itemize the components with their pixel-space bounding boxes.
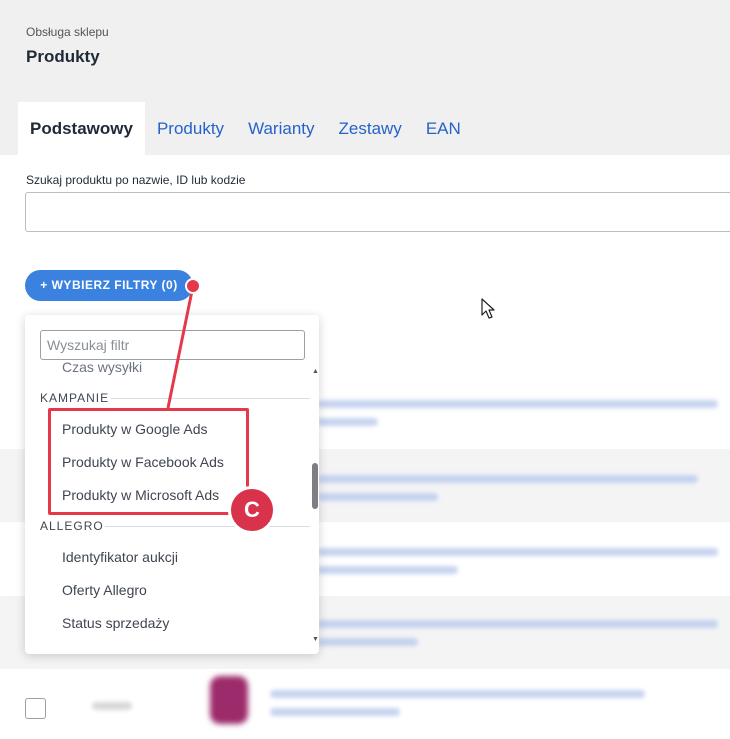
tab-warianty[interactable]: Warianty bbox=[236, 102, 326, 155]
mouse-cursor-icon bbox=[481, 298, 495, 319]
row-product-id bbox=[92, 702, 132, 710]
row-product-name bbox=[318, 475, 698, 483]
scroll-down-arrow-icon[interactable]: ▼ bbox=[312, 636, 319, 643]
row-product-name bbox=[318, 620, 718, 628]
tab-bar: Podstawowy Produkty Warianty Zestawy EAN bbox=[18, 102, 473, 155]
choose-filters-button[interactable]: + WYBIERZ FILTRY (0) bbox=[25, 270, 193, 301]
scroll-up-arrow-icon[interactable]: ▲ bbox=[312, 368, 319, 375]
table-row[interactable] bbox=[0, 670, 730, 739]
tab-zestawy[interactable]: Zestawy bbox=[327, 102, 414, 155]
group-divider bbox=[111, 398, 310, 399]
row-product-link bbox=[318, 493, 438, 501]
filter-search-input[interactable] bbox=[40, 330, 305, 360]
filter-item-identyfikator-aukcji[interactable]: Identyfikator aukcji bbox=[62, 549, 178, 565]
filter-item-czas-wysylki[interactable]: Czas wysyłki bbox=[62, 359, 142, 375]
breadcrumb[interactable]: Obsługa sklepu bbox=[26, 25, 109, 39]
group-divider bbox=[105, 526, 310, 527]
page-header: Obsługa sklepu Produkty bbox=[0, 0, 730, 102]
row-product-link bbox=[318, 638, 418, 646]
annotation-badge: C bbox=[228, 486, 276, 534]
row-checkbox[interactable] bbox=[25, 698, 46, 719]
row-product-name bbox=[318, 400, 718, 408]
row-product-link bbox=[318, 566, 458, 574]
row-product-name bbox=[270, 690, 645, 698]
search-label: Szukaj produktu po nazwie, ID lub kodzie bbox=[26, 173, 246, 187]
group-title-allegro: ALLEGRO bbox=[40, 519, 104, 533]
tab-ean[interactable]: EAN bbox=[414, 102, 473, 155]
group-title-kampanie: KAMPANIE bbox=[40, 391, 110, 405]
filter-item-oferty-allegro[interactable]: Oferty Allegro bbox=[62, 582, 147, 598]
filter-item-status-sprzedazy[interactable]: Status sprzedaży bbox=[62, 615, 169, 631]
row-product-link bbox=[318, 418, 378, 426]
tab-podstawowy[interactable]: Podstawowy bbox=[18, 102, 145, 155]
row-product-link bbox=[270, 708, 400, 716]
page-title: Produkty bbox=[26, 47, 100, 66]
tab-produkty[interactable]: Produkty bbox=[145, 102, 236, 155]
product-thumbnail bbox=[210, 676, 248, 724]
scrollbar-thumb[interactable] bbox=[312, 463, 318, 509]
product-search-input[interactable] bbox=[25, 192, 730, 232]
annotation-highlight-box bbox=[48, 408, 249, 515]
row-product-name bbox=[318, 548, 718, 556]
